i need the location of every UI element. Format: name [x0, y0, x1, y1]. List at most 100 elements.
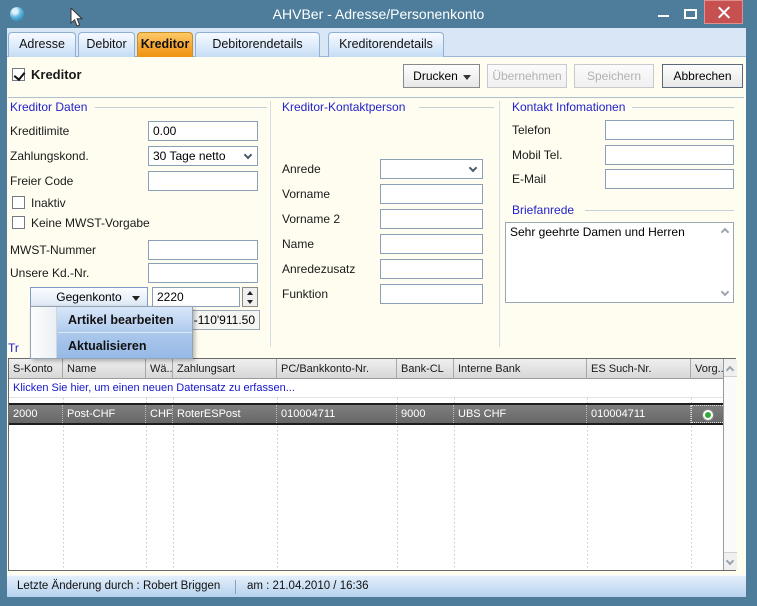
toolbar-separator	[8, 97, 744, 98]
col-header-bank-cl[interactable]: Bank-CL	[397, 359, 454, 379]
kreditor-daten-line	[95, 107, 267, 108]
kreditor-daten-title: Kreditor Daten	[10, 100, 93, 114]
anredezusatz-input[interactable]	[380, 259, 483, 279]
col-header-name[interactable]: Name	[63, 359, 146, 379]
tab-kreditorendetails[interactable]: Kreditorendetails	[328, 32, 444, 57]
table-scrollbar[interactable]	[723, 359, 736, 570]
kontaktperson-title: Kreditor-Kontaktperson	[282, 100, 411, 114]
briefanrede-line	[585, 210, 734, 211]
vorname-label: Vorname	[282, 187, 330, 201]
cell-vorg	[691, 405, 723, 423]
cell-bank-cl: 9000	[397, 405, 454, 423]
telefon-input[interactable]	[605, 120, 734, 140]
zahlungskond-select[interactable]: 30 Tage netto	[148, 146, 258, 166]
inaktiv-label: Inaktiv	[31, 196, 66, 210]
menu-icon-gutter	[31, 307, 57, 358]
keine-mwst-checkbox[interactable]	[12, 216, 25, 229]
drucken-button-label: Drucken	[413, 69, 458, 83]
status-separator	[235, 580, 236, 594]
col-header-es-such-nr[interactable]: ES Such-Nr.	[587, 359, 691, 379]
chevron-down-icon	[721, 288, 729, 296]
window-title: AHVBer - Adresse/Personenkonto	[0, 6, 757, 22]
abbrechen-button-label: Abbrechen	[673, 69, 731, 83]
chevron-up-icon	[721, 228, 729, 236]
minimize-button[interactable]	[652, 2, 676, 24]
menu-item-artikel-bearbeiten[interactable]: Artikel bearbeiten	[58, 307, 192, 333]
gegenkonto-input[interactable]	[152, 287, 240, 307]
bankkonten-table: S-Konto Name Wä... Zahlungsart PC/Bankko…	[8, 358, 736, 571]
cell-name: Post-CHF	[63, 405, 146, 423]
green-status-icon	[702, 409, 714, 421]
column-separator-left	[270, 101, 271, 347]
status-timestamp: am : 21.04.2010 / 16:36	[247, 580, 368, 592]
column-separator-right	[499, 101, 500, 347]
abbrechen-button[interactable]: Abbrechen	[662, 64, 743, 88]
kontakt-info-line	[632, 107, 734, 108]
maximize-button[interactable]	[679, 2, 703, 24]
tab-debitor[interactable]: Debitor	[78, 32, 135, 57]
transaktionen-label-fragment: Tr	[8, 341, 19, 355]
tab-adresse[interactable]: Adresse	[8, 32, 76, 57]
col-header-interne-bank[interactable]: Interne Bank	[454, 359, 587, 379]
cell-s-konto: 2000	[9, 405, 63, 423]
name-label: Name	[282, 237, 314, 251]
gegenkonto-spinner[interactable]	[242, 287, 258, 307]
funktion-input[interactable]	[380, 284, 483, 304]
vorname2-input[interactable]	[380, 209, 483, 229]
mwst-nummer-label: MWST-Nummer	[10, 243, 96, 257]
col-header-zahlungsart[interactable]: Zahlungsart	[173, 359, 277, 379]
zahlungskond-label: Zahlungskond.	[10, 149, 89, 163]
briefanrede-scroll-down[interactable]	[718, 287, 733, 301]
gegenkonto-dropdown-icon	[132, 296, 140, 301]
col-header-waehrung[interactable]: Wä...	[146, 359, 173, 379]
briefanrede-textarea[interactable]: Sehr geehrte Damen und Herren	[505, 222, 734, 303]
telefon-label: Telefon	[512, 123, 551, 137]
mouse-cursor-icon	[70, 8, 84, 28]
menu-item-aktualisieren[interactable]: Aktualisieren	[58, 333, 192, 359]
inaktiv-checkbox[interactable]	[12, 196, 25, 209]
anrede-select[interactable]	[380, 159, 483, 179]
vorname-input[interactable]	[380, 184, 483, 204]
name-input[interactable]	[380, 234, 483, 254]
email-label: E-Mail	[512, 172, 546, 186]
status-bar: Letzte Änderung durch : Robert Briggen a…	[7, 575, 746, 597]
mobil-label: Mobil Tel.	[512, 148, 562, 162]
email-input[interactable]	[605, 169, 734, 189]
unsere-kdnr-label: Unsere Kd.-Nr.	[10, 266, 89, 280]
tab-kreditor[interactable]: Kreditor	[137, 32, 193, 57]
new-record-row[interactable]: Klicken Sie hier, um einen neuen Datensa…	[9, 379, 723, 398]
col-header-bankkonto[interactable]: PC/Bankkonto-Nr.	[277, 359, 397, 379]
drucken-button[interactable]: Drucken	[403, 64, 480, 88]
scroll-up-button[interactable]	[724, 359, 737, 377]
col-header-vorg[interactable]: Vorg...	[691, 359, 723, 379]
gegenkonto-button-label: Gegenkonto	[56, 290, 121, 304]
freier-code-input[interactable]	[148, 171, 258, 191]
gegenkonto-context-menu: Artikel bearbeiten Aktualisieren	[30, 306, 193, 359]
close-button[interactable]	[704, 0, 743, 24]
mwst-nummer-input[interactable]	[148, 240, 258, 260]
kontakt-info-title: Kontakt Infomationen	[512, 100, 631, 114]
speichern-button-label: Speichern	[587, 69, 641, 83]
funktion-label: Funktion	[282, 287, 328, 301]
app-window: AHVBer - Adresse/Personenkonto Adresse D…	[0, 0, 757, 606]
tab-debitorendetails[interactable]: Debitorendetails	[195, 32, 320, 57]
table-row-selected[interactable]: 2000 Post-CHF CHF RoterESPost 010004711 …	[9, 403, 723, 425]
unsere-kdnr-input[interactable]	[148, 263, 258, 283]
gegenkonto-button[interactable]: Gegenkonto	[30, 287, 148, 307]
briefanrede-scroll-up[interactable]	[718, 225, 733, 239]
kreditlimite-input[interactable]	[148, 121, 258, 141]
mobil-input[interactable]	[605, 145, 734, 165]
vorname2-label: Vorname 2	[282, 212, 340, 226]
minimize-icon	[658, 15, 669, 17]
scroll-down-button[interactable]	[724, 552, 737, 570]
tab-bar: Adresse Debitor Kreditor Debitorendetail…	[7, 28, 746, 57]
speichern-button[interactable]: Speichern	[574, 64, 654, 88]
kreditlimite-label: Kreditlimite	[10, 124, 69, 138]
freier-code-label: Freier Code	[10, 174, 73, 188]
col-header-s-konto[interactable]: S-Konto	[9, 359, 63, 379]
kreditor-checkbox[interactable]	[12, 68, 25, 81]
cell-zahlungsart: RoterESPost	[173, 405, 277, 423]
uebernehmen-button[interactable]: Übernehmen	[487, 64, 567, 88]
kontaktperson-line	[419, 107, 494, 108]
spinner-up-icon	[247, 291, 253, 295]
